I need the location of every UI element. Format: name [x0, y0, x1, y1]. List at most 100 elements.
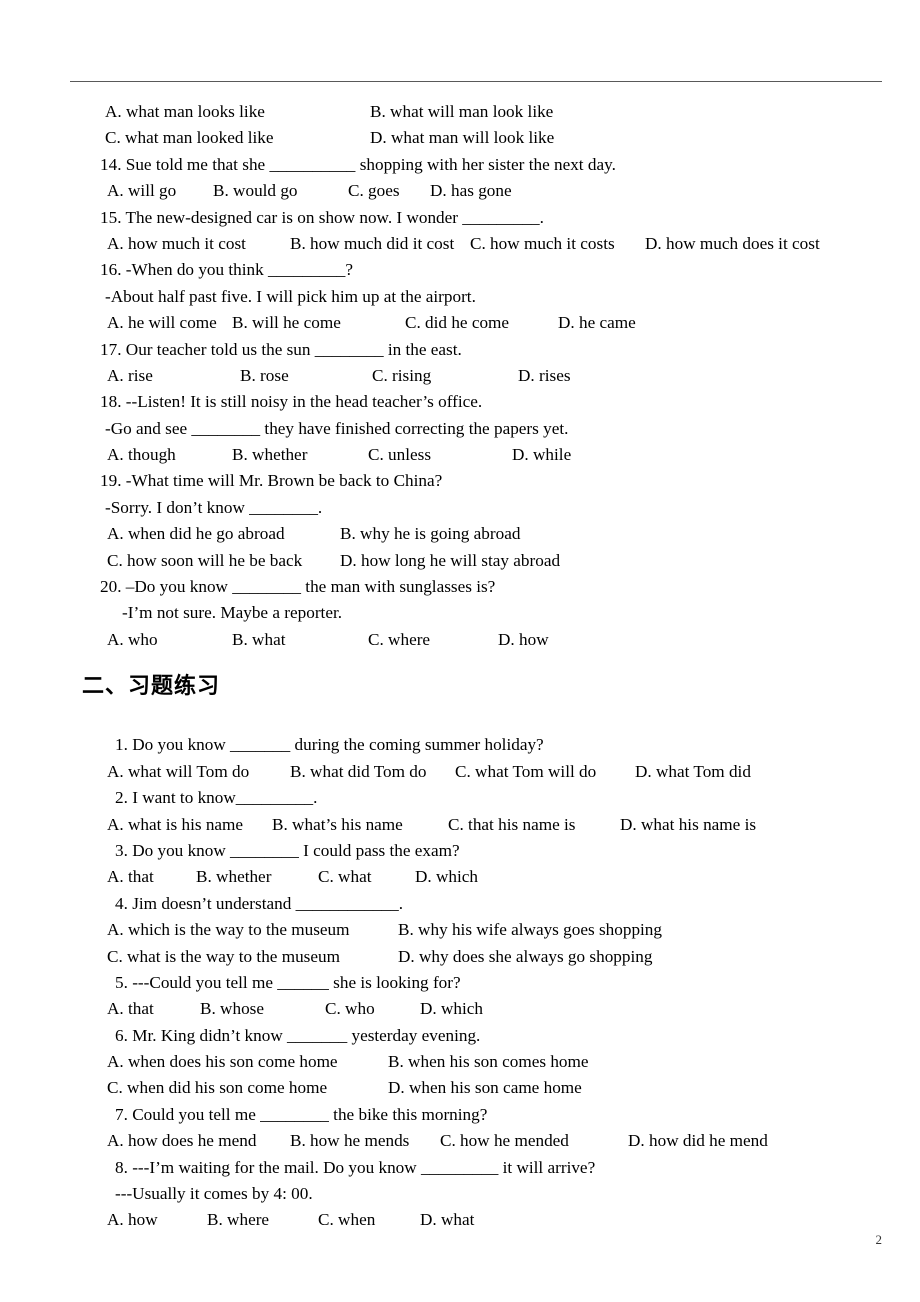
text-segment: B. whose [200, 999, 264, 1019]
section-heading-two: 二、习题练习 [82, 674, 221, 699]
text-segment: D. how [498, 629, 549, 649]
text-line: A. he will come B. will he come C. did he … [0, 310, 920, 336]
text-segment: A. when did he go abroad [107, 524, 285, 544]
text-segment: B. what’s his name [272, 814, 403, 834]
text-line: 4. Jim doesn’t understand ____________. [0, 891, 920, 917]
text-line: 5. ---Could you tell me ______ she is lo… [0, 970, 920, 996]
text-segment: D. while [512, 445, 572, 465]
text-segment: 18. --Listen! It is still noisy in the h… [100, 392, 483, 412]
text-segment: B. rose [240, 365, 289, 385]
text-segment: C. unless [368, 445, 432, 465]
text-segment: C. that his name is [448, 814, 576, 834]
text-line: A. when did he go abroad B. why he is goi… [0, 521, 920, 547]
text-segment: A. what will Tom do [107, 761, 250, 781]
text-segment: B. why he is going abroad [340, 524, 521, 544]
text-segment: B. would go [213, 181, 298, 201]
text-segment: D. has gone [430, 181, 512, 201]
text-line: A. how B. where C. when D. what [0, 1207, 920, 1233]
text-segment: ---Usually it comes by 4: 00. [115, 1184, 313, 1204]
text-segment: C. did he come [405, 313, 510, 333]
text-segment: A. that [107, 999, 154, 1019]
text-line: A. what is his name B. what’s his name C. … [0, 812, 920, 838]
text-segment: A. what man looks like [105, 102, 265, 121]
text-line: 3. Do you know ________ I could pass the… [0, 838, 920, 864]
text-segment: B. why his wife always goes shopping [398, 920, 662, 940]
text-segment: 3. Do you know ________ I could pass the… [115, 840, 460, 860]
text-segment: D. what his name is [620, 814, 757, 834]
text-segment: A. who [107, 629, 158, 649]
text-segment: 1. Do you know _______ during the coming… [115, 735, 544, 755]
text-segment: D. what Tom did [635, 761, 751, 781]
text-segment: C. when did his son come home [107, 1078, 328, 1098]
text-segment: D. which [415, 867, 479, 887]
text-line: 16. -When do you think _________? [0, 257, 920, 283]
text-segment: C. how much it costs [470, 233, 615, 253]
text-line: A. who B. what C. where D. how [0, 627, 920, 653]
text-segment: D. he came [558, 313, 636, 333]
text-segment: B. how much did it cost [290, 233, 455, 253]
text-line: A. though B. whether C. unless D. while [0, 442, 920, 468]
text-line: 19. -What time will Mr. Brown be back to… [0, 468, 920, 494]
text-segment: D. how did he mend [628, 1131, 768, 1151]
text-segment: 8. ---I’m waiting for the mail. Do you k… [115, 1157, 596, 1177]
text-segment: A. how does he mend [107, 1131, 257, 1151]
text-segment: D. how much does it cost [645, 233, 820, 253]
text-segment: -Go and see ________ they have finished … [105, 418, 569, 438]
text-line: 17. Our teacher told us the sun ________… [0, 337, 920, 363]
text-line: -I’m not sure. Maybe a reporter. [0, 600, 920, 626]
text-line: C. what man looked like D. what man will … [0, 125, 920, 151]
text-segment: 15. The new-designed car is on show now.… [100, 207, 544, 227]
text-line: A. that B. whose C. who D. which [0, 996, 920, 1022]
text-segment: C. when [318, 1210, 376, 1230]
text-segment: D. what man will look like [370, 128, 555, 148]
text-segment: B. how he mends [290, 1131, 410, 1151]
text-line: A. that B. whether C. what D. which [0, 864, 920, 890]
text-segment: D. rises [518, 365, 571, 385]
text-segment: A. rise [107, 365, 153, 385]
text-segment: 19. -What time will Mr. Brown be back to… [100, 471, 443, 491]
text-segment: 4. Jim doesn’t understand ____________. [115, 893, 404, 913]
text-line: A. what will Tom do B. what did Tom do C. … [0, 759, 920, 785]
text-line: C. how soon will he be back D. how long h… [0, 548, 920, 574]
text-segment: 17. Our teacher told us the sun ________… [100, 339, 462, 359]
text-segment: C. how he mended [440, 1131, 569, 1151]
text-line: 15. The new-designed car is on show now.… [0, 205, 920, 231]
text-segment: D. how long he will stay abroad [340, 550, 561, 570]
text-line: A. which is the way to the museum B. why … [0, 917, 920, 943]
text-line: -About half past five. I will pick him u… [0, 284, 920, 310]
text-segment: B. when his son comes home [388, 1052, 589, 1072]
text-segment: C. what Tom will do [455, 761, 597, 781]
text-segment: B. what did Tom do [290, 761, 427, 781]
text-segment: A. that [107, 867, 154, 887]
text-segment: D. when his son came home [388, 1078, 582, 1098]
text-segment: C. who [325, 999, 375, 1019]
text-segment: A. how much it cost [107, 233, 246, 253]
text-line: A. how does he mend B. how he mends C. how… [0, 1128, 920, 1154]
text-line: A. rise B. rose C. rising D. rises [0, 363, 920, 389]
text-segment: B. what will man look like [370, 102, 554, 121]
text-segment: A. he will come [107, 313, 217, 333]
text-segment: B. whether [232, 445, 308, 465]
text-line: -Sorry. I don’t know ________. [0, 495, 920, 521]
text-segment: B. will he come [232, 313, 341, 333]
text-line: 14. Sue told me that she __________ shop… [0, 152, 920, 178]
text-line: 20. –Do you know ________ the man with s… [0, 574, 920, 600]
text-line: 7. Could you tell me ________ the bike t… [0, 1102, 920, 1128]
text-segment: A. will go [107, 181, 177, 201]
text-segment: 14. Sue told me that she __________ shop… [100, 154, 616, 174]
text-line: A. what man looks like B. what will man l… [0, 99, 920, 125]
text-line: 8. ---I’m waiting for the mail. Do you k… [0, 1155, 920, 1181]
text-segment: A. what is his name [107, 814, 244, 834]
text-segment: D. which [420, 999, 484, 1019]
text-segment: C. how soon will he be back [107, 550, 303, 570]
text-line: A. will go B. would go C. goes D. has gone [0, 178, 920, 204]
text-line: A. how much it cost B. how much did it co… [0, 231, 920, 257]
text-segment: C. what [318, 867, 372, 887]
text-segment: C. where [368, 629, 431, 649]
text-segment: -About half past five. I will pick him u… [105, 286, 476, 306]
text-line: 1. Do you know _______ during the coming… [0, 732, 920, 758]
text-segment: C. what man looked like [105, 128, 274, 148]
text-segment: 7. Could you tell me ________ the bike t… [115, 1104, 488, 1124]
text-line: -Go and see ________ they have finished … [0, 416, 920, 442]
text-line: 6. Mr. King didn’t know _______ yesterda… [0, 1023, 920, 1049]
